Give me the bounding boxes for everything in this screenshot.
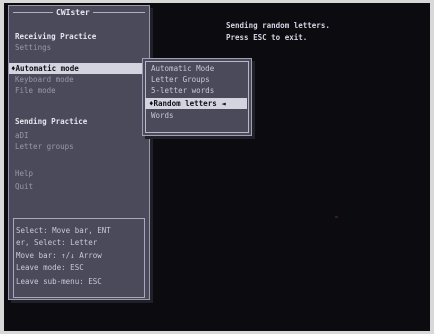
menu-item-help[interactable]: Help — [15, 168, 33, 179]
menu-heading-receiving: Receiving Practice — [15, 32, 97, 41]
submenu-item-automatic-mode[interactable]: Automatic Mode — [151, 63, 214, 74]
submenu-item-5-letter-words[interactable]: 5-letter words — [151, 85, 214, 96]
help-line-2: er, Select: Letter — [16, 238, 98, 247]
menu-item-settings[interactable]: Settings — [15, 42, 51, 53]
menu-item-file-mode[interactable]: File mode — [15, 85, 56, 96]
menu-title: CWIster — [53, 7, 93, 18]
help-line-1: Select: Move bar, ENT — [16, 226, 111, 235]
menu-item-quit[interactable]: Quit — [15, 181, 33, 192]
menu-item-adi[interactable]: aDI — [15, 130, 29, 141]
submenu-item-words[interactable]: Words — [151, 110, 174, 121]
help-line-5: Leave sub-menu: ESC — [16, 277, 102, 286]
screen-artifact — [335, 216, 338, 218]
menu-item-automatic-mode[interactable]: ♦Automatic mode — [9, 63, 149, 74]
automatic-mode-submenu: Automatic Mode Letter Groups 5-letter wo… — [142, 58, 252, 136]
help-line-4: Leave mode: ESC — [16, 263, 84, 272]
menu-item-letter-groups[interactable]: Letter groups — [15, 141, 74, 152]
status-line-2: Press ESC to exit. — [226, 33, 308, 42]
main-menu-panel: CWIster Receiving Practice Settings ♦Aut… — [8, 5, 150, 300]
dos-screen: CWIster Receiving Practice Settings ♦Aut… — [4, 3, 430, 331]
menu-heading-sending: Sending Practice — [15, 117, 88, 126]
menu-item-keyboard-mode[interactable]: Keyboard mode — [15, 74, 74, 85]
submenu-item-letter-groups[interactable]: Letter Groups — [151, 74, 210, 85]
status-line-1: Sending random letters. — [226, 21, 330, 30]
submenu-item-random-letters[interactable]: ♦Random letters ◄ — [145, 98, 247, 109]
help-line-3: Move bar: ↑/↓ Arrow — [16, 251, 102, 260]
